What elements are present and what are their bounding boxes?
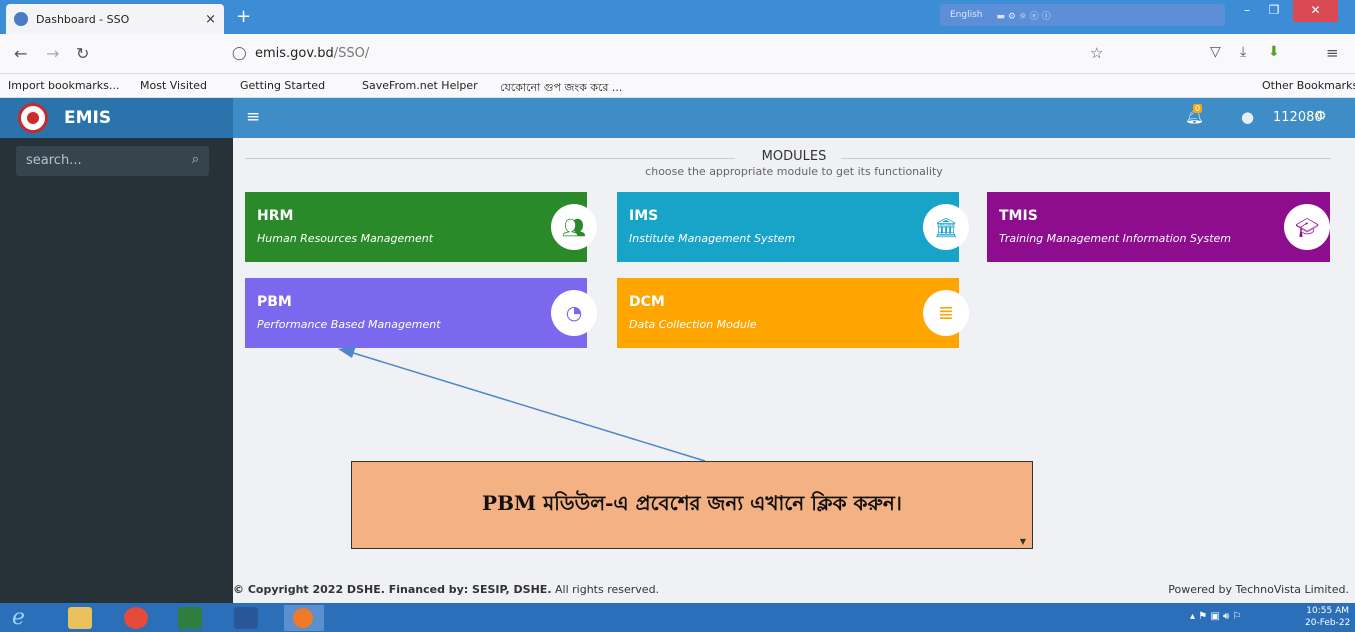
word-icon[interactable]	[234, 607, 258, 629]
clock-date: 20-Feb-22	[1305, 618, 1351, 628]
instruction-callout: PBM মডিউল-এ প্রবেশের জন্য এখানে ক্লিক কর…	[351, 461, 1033, 549]
internet-explorer-icon[interactable]: ℯ	[12, 607, 36, 629]
firefox-icon	[293, 608, 313, 628]
windows-taskbar: ℯ ▴ ⚑ ▣ 🔊︎ ⚐ 10:55 AM 20-Feb-22	[0, 603, 1355, 632]
clock[interactable]: 10:55 AM 20-Feb-22	[1305, 605, 1350, 629]
clock-time: 10:55 AM	[1306, 606, 1350, 616]
firefox-taskbar-button[interactable]	[284, 605, 324, 631]
callout-text: PBM মডিউল-এ প্রবেশের জন্য এখানে ক্লিক কর…	[482, 490, 902, 515]
excel-icon[interactable]	[178, 607, 202, 629]
callout-handle-icon: ▼	[1019, 536, 1026, 546]
chrome-icon[interactable]	[124, 607, 148, 629]
system-tray-icons[interactable]: ▴ ⚑ ▣ 🔊︎ ⚐	[1190, 611, 1241, 622]
file-explorer-icon[interactable]	[68, 607, 92, 629]
